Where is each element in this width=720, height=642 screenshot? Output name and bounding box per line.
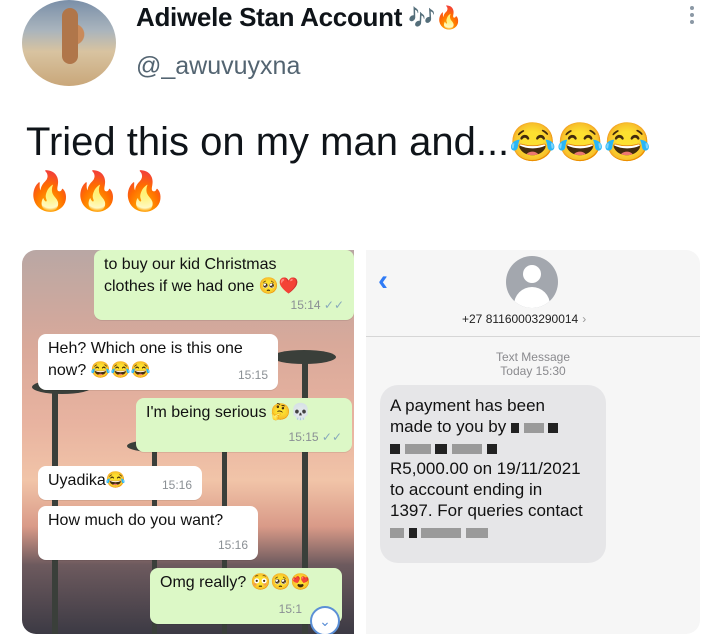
- message-time: 15:15 ✓✓: [288, 430, 342, 444]
- display-name[interactable]: Adiwele Stan Account 🎶🔥: [136, 2, 463, 33]
- sms-line: 1397. For queries contact: [390, 501, 583, 520]
- name-emojis: 🎶🔥: [408, 4, 463, 30]
- fire-emojis: 🔥🔥🔥: [26, 171, 168, 213]
- chat-message[interactable]: I'm being serious 🤔💀 15:15 ✓✓: [136, 398, 352, 452]
- message-text: Omg really? 😳🥺😍: [160, 574, 311, 591]
- chat-message[interactable]: to buy our kid Christmas clothes if we h…: [94, 250, 354, 320]
- laugh-emojis: 😂😂😂: [509, 122, 652, 164]
- profile-avatar[interactable]: [22, 0, 116, 86]
- message-text: Heh? Which one is this one now? 😂😂😂: [48, 340, 243, 379]
- sms-line: made to you by: [390, 416, 598, 437]
- redacted-line: [390, 521, 598, 542]
- contact-avatar-icon[interactable]: [506, 256, 558, 308]
- chevron-down-icon[interactable]: ⌄: [310, 606, 340, 634]
- chat-message[interactable]: How much do you want? 15:16: [38, 506, 258, 560]
- message-time: 15:16: [161, 478, 192, 492]
- user-handle[interactable]: @_awuvuyxna: [136, 52, 300, 81]
- sms-line: A payment has been: [390, 396, 546, 415]
- message-text: I'm being serious 🤔💀: [146, 404, 311, 421]
- message-text: How much do you want?: [48, 512, 224, 529]
- sms-message-bubble[interactable]: A payment has been made to you by R5,000…: [380, 385, 606, 563]
- message-timestamp: Today 15:30: [500, 364, 566, 378]
- chat-message[interactable]: Heh? Which one is this one now? 😂😂😂 15:1…: [38, 334, 278, 390]
- display-name-text: Adiwele Stan Account: [136, 2, 403, 32]
- more-options-icon[interactable]: [690, 6, 694, 24]
- divider: [366, 336, 700, 337]
- back-chevron-icon[interactable]: ‹: [378, 264, 388, 298]
- sms-line: to account ending in: [390, 480, 543, 499]
- tweet-body: Tried this on my man and...: [26, 120, 510, 164]
- chat-message[interactable]: Uyadika😂 15:16: [38, 466, 202, 500]
- message-time: 15:15: [237, 368, 268, 382]
- message-time: 15:14 ✓✓: [290, 298, 344, 312]
- whatsapp-screenshot-image[interactable]: to buy our kid Christmas clothes if we h…: [22, 250, 354, 634]
- tweet-text: Tried this on my man and...😂😂😂 🔥🔥🔥: [26, 118, 706, 216]
- redacted-line: [390, 437, 598, 458]
- sms-line: R5,000.00 on 19/11/2021: [390, 459, 581, 478]
- sender-number[interactable]: +27 81160003290014 ›: [462, 312, 586, 326]
- message-text: to buy our kid Christmas clothes if we h…: [104, 256, 299, 295]
- sms-screenshot-image[interactable]: ‹ +27 81160003290014 › Text Message Today…: [366, 250, 700, 634]
- message-label: Text Message: [495, 350, 571, 364]
- message-time: 15:1: [278, 602, 302, 616]
- message-time: 15:16: [217, 538, 248, 552]
